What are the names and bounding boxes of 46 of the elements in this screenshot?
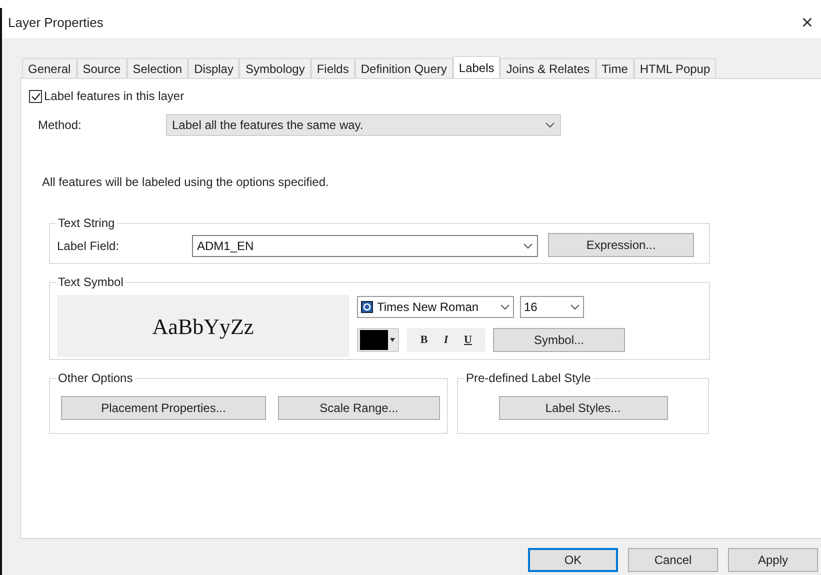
tab[interactable]: Source <box>76 58 127 78</box>
chevron-down-icon <box>500 304 510 310</box>
style-toggle[interactable]: B <box>417 332 431 348</box>
label-field-dropdown[interactable]: ADM1_EN <box>192 234 538 256</box>
checkbox[interactable] <box>29 90 42 102</box>
dialog-button[interactable]: OK <box>528 548 618 572</box>
tab[interactable]: Fields <box>310 58 355 78</box>
group-title: Pre-defined Label Style <box>464 370 593 386</box>
dialog-button[interactable]: Apply <box>728 548 818 572</box>
style-toggle[interactable]: I <box>439 332 453 348</box>
tab[interactable]: Labels <box>452 56 500 78</box>
checkbox-label: Label features in this layer <box>44 88 184 105</box>
tab[interactable]: Definition Query <box>354 58 453 78</box>
tab[interactable]: Time <box>596 58 634 78</box>
style-toggle[interactable]: U <box>461 332 475 348</box>
label-field-label: Label Field: <box>57 238 120 254</box>
group-title: Other Options <box>56 370 135 386</box>
caret-icon <box>390 338 395 342</box>
window-title: Layer Properties <box>8 14 104 32</box>
tab[interactable]: Display <box>188 58 240 78</box>
label-styles-button[interactable]: Label Styles... <box>498 396 668 420</box>
group-title: Text String <box>56 215 117 231</box>
chevron-down-icon <box>523 242 533 248</box>
placement-properties-button[interactable]: Placement Properties... <box>61 396 266 420</box>
checkmark-icon <box>30 92 40 100</box>
method-dropdown[interactable]: Label all the features the same way. <box>166 114 561 136</box>
dialog-button[interactable]: Cancel <box>628 548 718 572</box>
tab[interactable]: Symbology <box>239 58 311 78</box>
size-dropdown[interactable]: 16 <box>520 296 584 318</box>
scale-range-button[interactable]: Scale Range... <box>278 396 440 420</box>
method-label: Method: <box>38 117 82 134</box>
expression-button[interactable]: Expression... <box>548 232 694 256</box>
close-button[interactable]: × <box>801 13 815 33</box>
tab[interactable]: General <box>22 58 77 78</box>
chevron-down-icon <box>570 304 580 310</box>
text-preview: AaBbYyZz <box>57 295 349 357</box>
tab[interactable]: HTML Popup <box>634 58 716 78</box>
tab[interactable]: Selection <box>126 58 188 78</box>
tab[interactable]: Joins & Relates <box>500 58 596 78</box>
color-picker[interactable] <box>357 328 399 352</box>
symbol-button[interactable]: Symbol... <box>493 328 625 352</box>
font-icon <box>361 301 373 313</box>
description-text: All features will be labeled using the options specified. <box>41 174 330 191</box>
chevron-down-icon <box>545 122 555 128</box>
group-title: Text Symbol <box>56 274 126 290</box>
font-dropdown[interactable]: Times New Roman <box>357 296 514 318</box>
